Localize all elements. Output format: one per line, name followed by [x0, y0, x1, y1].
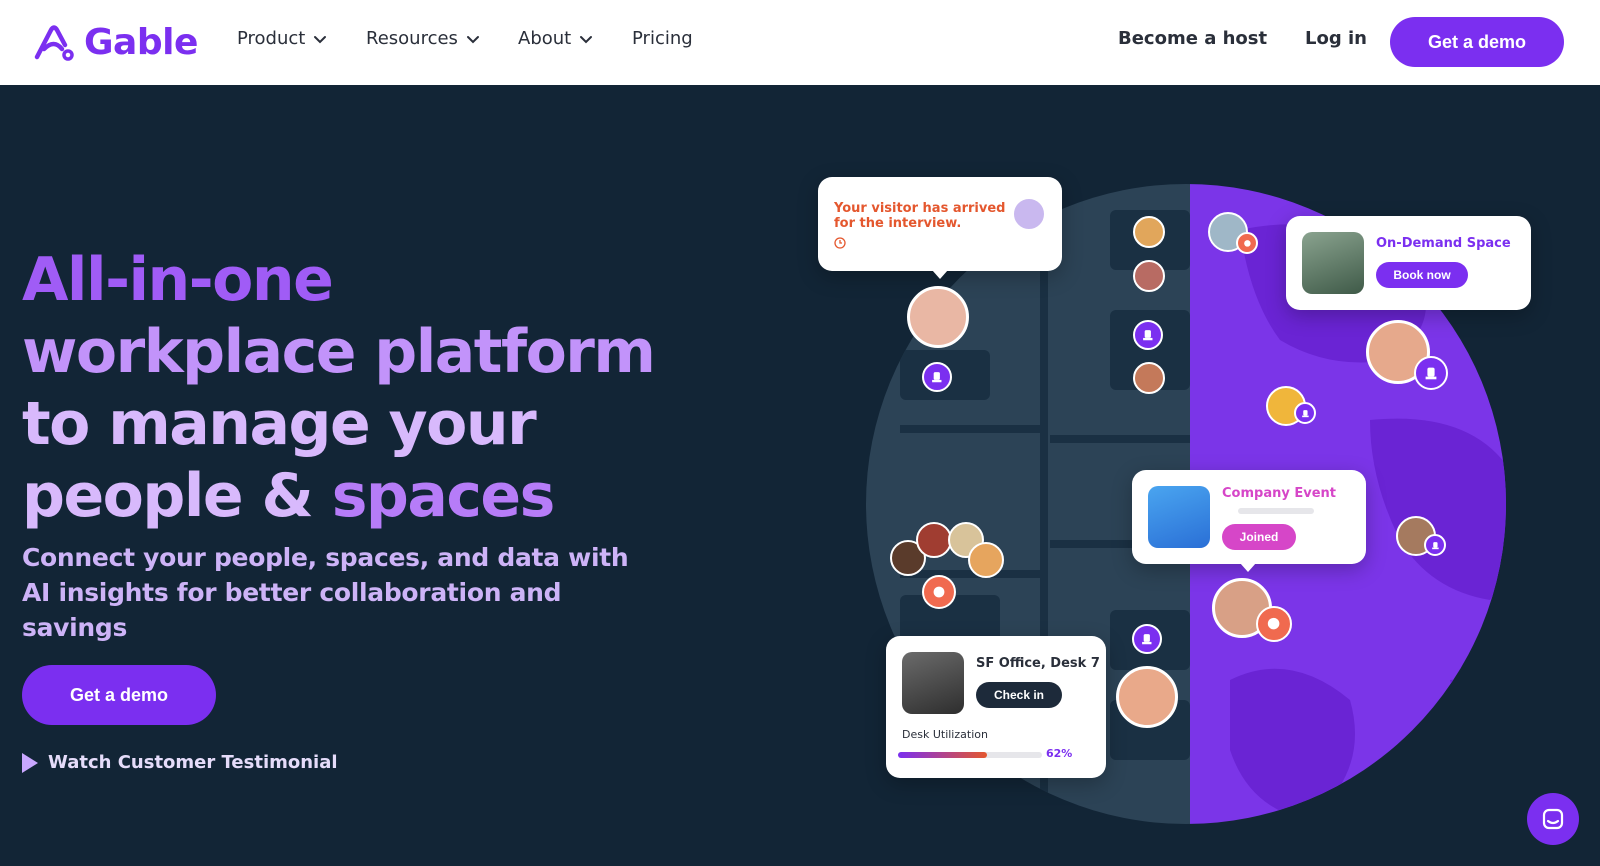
seat-badge-icon: [1294, 402, 1316, 424]
seat-badge-icon: [1132, 624, 1162, 654]
gable-logo[interactable]: Gable: [34, 22, 198, 63]
desk-utilization-track: [898, 752, 1042, 758]
chevron-down-icon: [466, 35, 479, 43]
desk-title: SF Office, Desk 7: [976, 656, 1100, 671]
hero-title-line-1: All-in-one: [22, 245, 334, 315]
desk-utilization-label: Desk Utilization: [902, 728, 988, 741]
book-now-button[interactable]: Book now: [1376, 262, 1468, 288]
login-link[interactable]: Log in: [1305, 28, 1367, 49]
seat-badge-icon: [922, 362, 952, 392]
hero-title-line-4a: people &: [22, 461, 314, 531]
nav-resources-label: Resources: [366, 28, 458, 49]
nav-pricing[interactable]: Pricing: [632, 28, 693, 49]
event-badge-icon: [922, 575, 956, 609]
hero-get-demo-button[interactable]: Get a demo: [22, 665, 216, 725]
seat-badge-icon: [1414, 356, 1448, 390]
brand-name: Gable: [84, 22, 198, 63]
nav-product[interactable]: Product: [237, 28, 327, 49]
top-navbar: Gable Product Resources About Pricing Be…: [0, 0, 1600, 85]
team-avatar: [1133, 216, 1165, 248]
space-thumbnail: [1302, 232, 1364, 294]
hero-title-line-3: to manage your: [22, 389, 537, 459]
event-badge-icon: [1236, 232, 1258, 254]
on-demand-space-title: On-Demand Space: [1376, 236, 1511, 251]
check-in-button[interactable]: Check in: [976, 682, 1062, 708]
nav-pricing-label: Pricing: [632, 28, 693, 49]
visitor-notification-card: Your visitor has arrived for the intervi…: [818, 177, 1062, 279]
event-thumbnail: [1148, 486, 1210, 548]
clock-icon: [834, 237, 846, 249]
team-avatar: [1133, 362, 1165, 394]
event-badge-icon: [1256, 606, 1292, 642]
office-thumbnail: [902, 652, 964, 714]
play-icon: [22, 752, 38, 773]
visitor-notification-text: Your visitor has arrived for the intervi…: [834, 201, 1006, 231]
event-progress-placeholder: [1238, 508, 1314, 514]
on-demand-space-card: On-Demand Space Book now: [1286, 216, 1531, 310]
desk-utilization-fill: [898, 752, 988, 758]
hero-illustration: Your visitor has arrived for the intervi…: [810, 120, 1600, 866]
watch-testimonial-link[interactable]: Watch Customer Testimonial: [22, 752, 338, 773]
seat-badge-icon: [1424, 534, 1446, 556]
nav-get-demo-button[interactable]: Get a demo: [1390, 17, 1564, 67]
company-event-title: Company Event: [1222, 486, 1336, 501]
hero-title-line-4b: spaces: [331, 461, 556, 531]
team-avatar: [968, 542, 1004, 578]
nav-about-label: About: [518, 28, 572, 49]
team-avatar: [1133, 260, 1165, 292]
team-avatar: [1116, 666, 1178, 728]
nav-product-label: Product: [237, 28, 306, 49]
desk-utilization-value: 62%: [1046, 747, 1073, 760]
hero-title-line-2: workplace platform: [22, 317, 656, 387]
nav-about[interactable]: About: [518, 28, 593, 49]
seat-badge-icon: [1133, 320, 1163, 350]
chevron-down-icon: [580, 35, 593, 43]
desk-checkin-card: SF Office, Desk 7 Check in Desk Utilizat…: [886, 636, 1106, 778]
hero-subtitle: Connect your people, spaces, and data wi…: [22, 543, 629, 642]
host-avatar: [907, 286, 969, 348]
visitor-avatar: [1012, 197, 1046, 231]
become-host-link[interactable]: Become a host: [1118, 28, 1267, 49]
company-event-card: Company Event Joined: [1132, 470, 1366, 572]
chat-icon: [1542, 808, 1564, 830]
joined-button[interactable]: Joined: [1222, 524, 1296, 550]
hero-title: All-in-one workplace platform to manage …: [22, 244, 722, 532]
chat-widget-button[interactable]: [1527, 793, 1579, 845]
nav-resources[interactable]: Resources: [366, 28, 480, 49]
watch-testimonial-label: Watch Customer Testimonial: [48, 752, 338, 773]
team-avatar: [916, 522, 952, 558]
chevron-down-icon: [314, 35, 327, 43]
gable-logo-icon: [34, 24, 74, 61]
